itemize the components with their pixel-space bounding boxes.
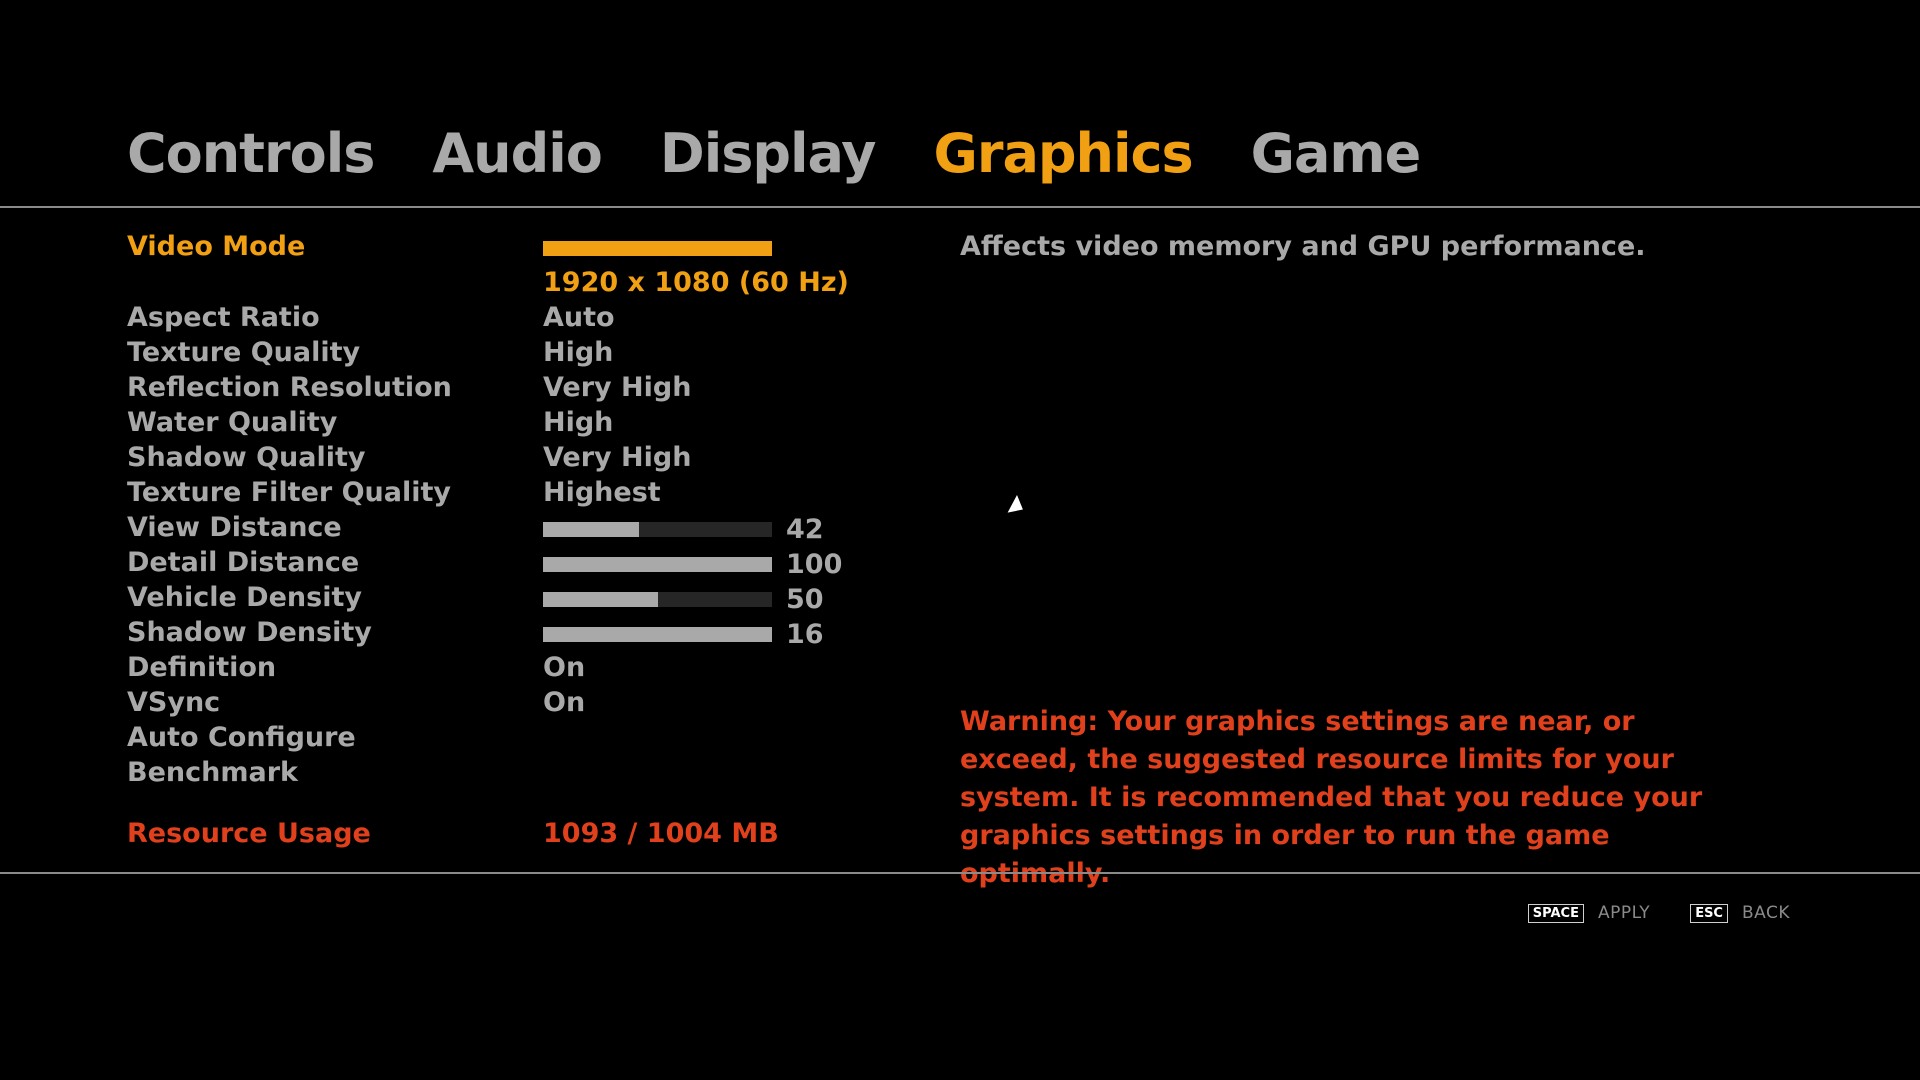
setting-value: On	[543, 652, 586, 683]
category-tabs: Controls Audio Display Graphics Game	[127, 118, 1422, 190]
view-distance-slider[interactable]	[543, 522, 772, 537]
setting-label: Texture Quality	[127, 337, 361, 368]
setting-label: Reflection Resolution	[127, 372, 452, 403]
setting-description: Affects video memory and GPU performance…	[960, 231, 1646, 262]
space-key-icon: SPACE	[1527, 903, 1584, 923]
slider-fill	[543, 522, 640, 537]
setting-view-distance[interactable]: View Distance 42	[127, 510, 867, 546]
setting-label: VSync	[127, 687, 221, 718]
vehicle-density-slider[interactable]	[543, 592, 772, 607]
setting-label: Shadow Density	[127, 617, 372, 648]
bottom-divider	[0, 872, 1920, 874]
slider-value: 16	[786, 619, 824, 650]
setting-value: Very High	[543, 372, 692, 403]
slider-value: 50	[786, 584, 824, 615]
setting-label: Vehicle Density	[127, 582, 362, 613]
back-button[interactable]: BACK	[1742, 901, 1790, 925]
resource-warning: Warning: Your graphics settings are near…	[960, 706, 1703, 889]
setting-reflection-resolution[interactable]: Reflection Resolution Very High	[127, 370, 867, 406]
top-divider	[0, 206, 1920, 208]
tab-game[interactable]: Game	[1251, 118, 1422, 190]
setting-texture-quality[interactable]: Texture Quality High	[127, 335, 867, 371]
resource-usage-label: Resource Usage	[127, 818, 371, 849]
setting-label: Auto Configure	[127, 722, 356, 753]
setting-value: High	[543, 337, 614, 368]
setting-vehicle-density[interactable]: Vehicle Density 50	[127, 580, 867, 616]
tab-graphics[interactable]: Graphics	[934, 118, 1194, 190]
esc-key-icon: ESC	[1690, 903, 1728, 923]
setting-vsync[interactable]: VSync On	[127, 685, 867, 721]
setting-detail-distance[interactable]: Detail Distance 100	[127, 545, 867, 581]
shadow-density-slider[interactable]	[543, 627, 772, 642]
detail-distance-slider[interactable]	[543, 557, 772, 572]
resource-usage: Resource Usage 1093 / 1004 MB	[127, 816, 867, 852]
setting-water-quality[interactable]: Water Quality High	[127, 405, 867, 441]
benchmark-option[interactable]: Benchmark	[127, 755, 867, 791]
setting-value: Very High	[543, 442, 692, 473]
tab-display[interactable]: Display	[660, 118, 877, 190]
resource-usage-value: 1093 / 1004 MB	[543, 818, 779, 849]
setting-label: Definition	[127, 652, 277, 683]
setting-shadow-density[interactable]: Shadow Density 16	[127, 615, 867, 651]
auto-configure-option[interactable]: Auto Configure	[127, 720, 867, 756]
setting-aspect-ratio[interactable]: Aspect Ratio Auto	[127, 300, 867, 336]
setting-label: Detail Distance	[127, 547, 360, 578]
setting-label: View Distance	[127, 512, 342, 543]
setting-value: On	[543, 687, 586, 718]
setting-label: Video Mode	[127, 231, 306, 262]
apply-button[interactable]: APPLY	[1598, 901, 1650, 925]
setting-value: High	[543, 407, 614, 438]
setting-texture-filter-quality[interactable]: Texture Filter Quality Highest	[127, 475, 867, 511]
setting-definition[interactable]: Definition On	[127, 650, 867, 686]
setting-value: Auto	[543, 302, 615, 333]
tab-controls[interactable]: Controls	[127, 118, 375, 190]
setting-shadow-quality[interactable]: Shadow Quality Very High	[127, 440, 867, 476]
tab-audio[interactable]: Audio	[432, 118, 602, 190]
slider-value: 42	[786, 514, 824, 545]
selection-indicator-bar	[543, 241, 772, 256]
setting-value: Highest	[543, 477, 661, 508]
slider-fill	[543, 557, 772, 572]
mouse-pointer-icon	[1007, 495, 1028, 519]
setting-label: Benchmark	[127, 757, 298, 788]
footer-hints: SPACE APPLY ESC BACK	[1527, 901, 1790, 925]
slider-fill	[543, 627, 772, 642]
setting-label: Texture Filter Quality	[127, 477, 452, 508]
setting-label: Water Quality	[127, 407, 338, 438]
setting-label: Shadow Quality	[127, 442, 366, 473]
setting-label: Aspect Ratio	[127, 302, 320, 333]
video-mode-value[interactable]: 1920 x 1080 (60 Hz)	[543, 265, 849, 301]
slider-fill	[543, 592, 658, 607]
slider-value: 100	[786, 549, 843, 580]
